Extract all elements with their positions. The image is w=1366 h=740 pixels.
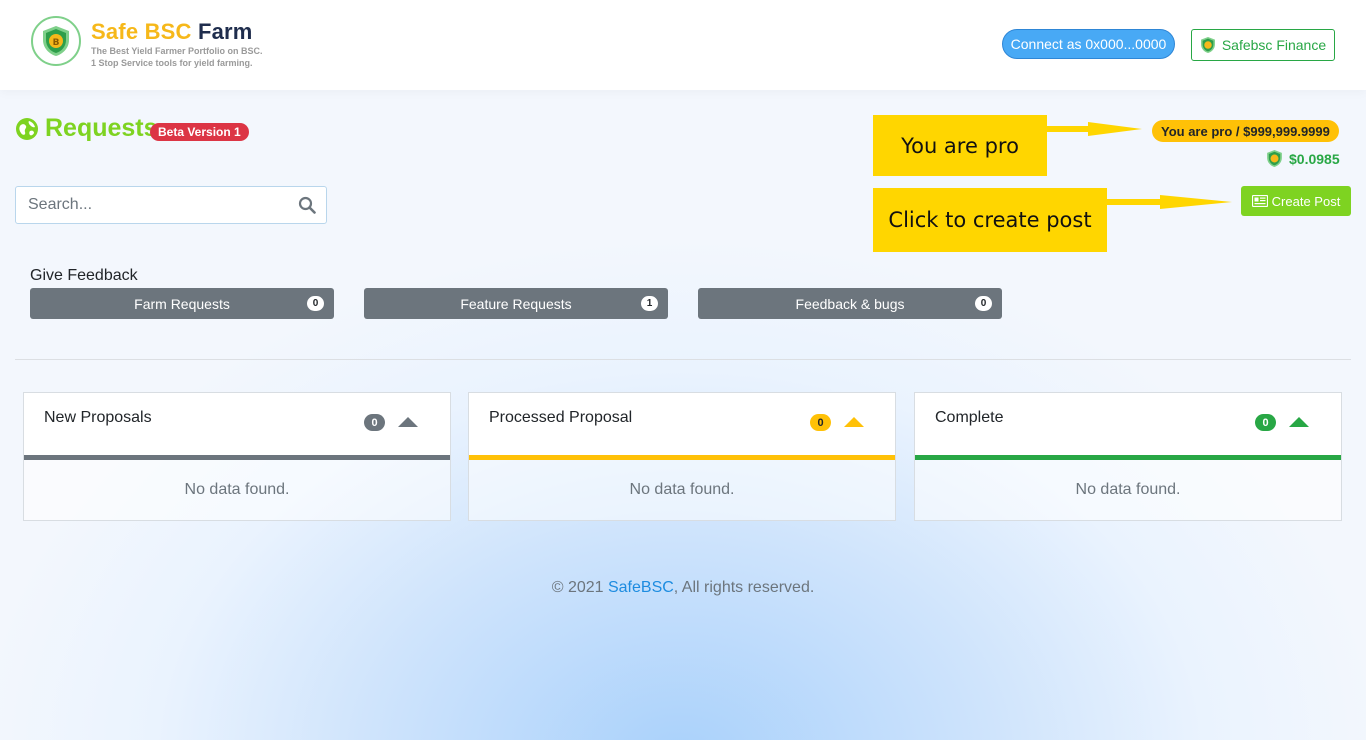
create-post-label: Create Post: [1271, 193, 1341, 209]
footer-safebsc-link[interactable]: SafeBSC: [608, 579, 674, 596]
create-post-button[interactable]: Create Post: [1241, 186, 1351, 216]
card-count-badge: 0: [364, 414, 385, 431]
footer-copyright: © 2021: [551, 579, 608, 596]
tagline-line-2: 1 Stop Service tools for yield farming.: [91, 58, 253, 68]
card-header: Complete 0: [915, 393, 1341, 455]
pro-status-badge: You are pro / $999,999.9999: [1152, 120, 1339, 142]
collapse-up-icon[interactable]: [1289, 417, 1309, 427]
new-proposals-card: New Proposals 0 No data found.: [23, 392, 451, 521]
newspaper-icon: [1251, 195, 1268, 207]
connect-wallet-button[interactable]: Connect as 0x000...0000: [1002, 29, 1175, 59]
card-count-badge: 0: [1255, 414, 1276, 431]
card-empty-message: No data found.: [1075, 481, 1181, 498]
feedback-bugs-button[interactable]: Feedback & bugs 0: [698, 288, 1002, 319]
safebsc-finance-label: Safebsc Finance: [1221, 37, 1327, 53]
callout-arrow-pro: [1046, 122, 1142, 136]
section-divider: [15, 359, 1351, 360]
card-title: Processed Proposal: [489, 409, 633, 426]
token-price: $0.0985: [1266, 149, 1340, 168]
tagline-line-1: The Best Yield Farmer Portfolio on BSC.: [91, 46, 263, 56]
svg-text:B: B: [53, 38, 60, 48]
callout-click-create-post: Click to create post: [873, 188, 1107, 252]
processed-proposal-card: Processed Proposal 0 No data found.: [468, 392, 896, 521]
feedback-bugs-count: 0: [975, 296, 992, 311]
brand-title[interactable]: Safe BSC Farm: [91, 19, 253, 45]
brand-title-farm: Farm: [197, 19, 253, 44]
farm-requests-label: Farm Requests: [134, 295, 230, 312]
brand-logo[interactable]: B: [31, 16, 81, 66]
safebsc-finance-button[interactable]: Safebsc Finance: [1191, 29, 1335, 61]
token-price-value: $0.0985: [1289, 150, 1340, 167]
brand-title-safe-bsc: Safe BSC: [91, 19, 192, 44]
callout-you-are-pro: You are pro: [873, 115, 1047, 176]
card-title: Complete: [935, 409, 1004, 426]
page-title: Requests: [15, 114, 158, 143]
page-title-text: Requests: [45, 114, 158, 142]
search-input[interactable]: [28, 196, 298, 214]
shield-bitcoin-icon: [1200, 37, 1215, 53]
feature-requests-button[interactable]: Feature Requests 1: [364, 288, 668, 319]
callout-arrow-create: [1106, 195, 1232, 209]
card-empty-message: No data found.: [184, 481, 290, 498]
give-feedback-label: Give Feedback: [30, 267, 138, 284]
collapse-up-icon[interactable]: [844, 417, 864, 427]
card-empty-message: No data found.: [629, 481, 735, 498]
search-icon[interactable]: [298, 196, 316, 214]
card-header: Processed Proposal 0: [469, 393, 895, 455]
card-title: New Proposals: [44, 409, 152, 426]
feedback-bugs-label: Feedback & bugs: [795, 295, 905, 312]
footer-rights: , All rights reserved.: [673, 579, 815, 596]
complete-card: Complete 0 No data found.: [914, 392, 1342, 521]
card-header: New Proposals 0: [24, 393, 450, 455]
page-footer: © 2021 SafeBSC, All rights reserved.: [0, 579, 1366, 597]
shield-bitcoin-icon: [1267, 150, 1282, 167]
feature-requests-label: Feature Requests: [460, 295, 572, 312]
card-count-badge: 0: [810, 414, 831, 431]
top-navbar: B Safe BSC Farm The Best Yield Farmer Po…: [0, 0, 1366, 90]
shield-bitcoin-icon: B: [43, 26, 69, 56]
brand-tagline: The Best Yield Farmer Portfolio on BSC. …: [91, 45, 263, 69]
collapse-up-icon[interactable]: [398, 417, 418, 427]
beta-version-badge: Beta Version 1: [150, 123, 249, 141]
search-box[interactable]: [15, 186, 327, 224]
farm-requests-button[interactable]: Farm Requests 0: [30, 288, 334, 319]
feature-requests-count: 1: [641, 296, 658, 311]
farm-requests-count: 0: [307, 296, 324, 311]
globe-icon: [16, 117, 38, 140]
